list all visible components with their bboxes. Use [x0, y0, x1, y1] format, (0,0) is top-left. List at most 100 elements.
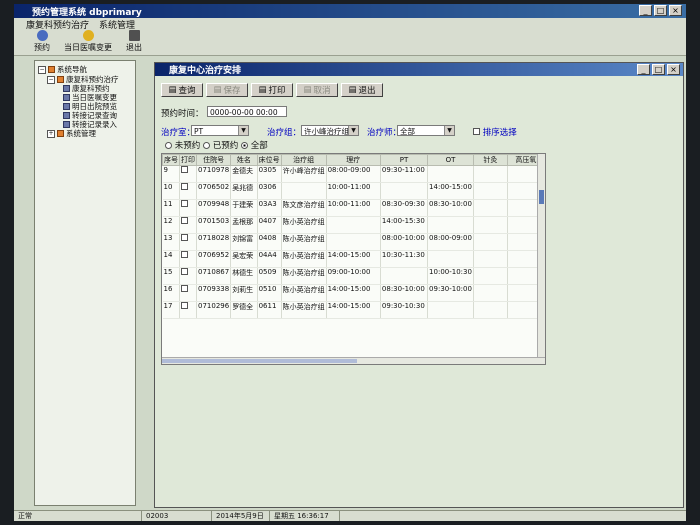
cell-physio[interactable]: 14:00-15:00	[326, 301, 381, 319]
cell-ot[interactable]: 08:00-09:00	[427, 233, 474, 251]
cell-acupuncture[interactable]	[473, 267, 508, 285]
expand-icon[interactable]: +	[47, 129, 55, 138]
cell-print[interactable]	[179, 233, 197, 251]
table-row[interactable]: 14 0706952 吴宏荣 04A4 陈小英治疗组 14:00-15:00 10:30-1…	[162, 250, 545, 268]
cell-pt[interactable]: 08:30-09:30	[380, 199, 429, 217]
cell-acupuncture[interactable]	[473, 199, 508, 217]
chevron-down-icon[interactable]: ▼	[348, 126, 358, 135]
cell-acupuncture[interactable]	[473, 301, 508, 319]
horizontal-scrollbar[interactable]	[162, 357, 545, 364]
cell-physio[interactable]: 14:00-15:00	[326, 250, 381, 268]
print-button[interactable]: ▤ 打印	[251, 83, 293, 97]
column-header[interactable]: OT	[427, 154, 474, 166]
therapist-select[interactable]: 全部 ▼	[397, 125, 455, 136]
cell-print[interactable]	[179, 199, 197, 217]
chevron-down-icon[interactable]: ▼	[238, 126, 248, 135]
cell-ot[interactable]	[427, 165, 474, 183]
radio-all[interactable]: 全部	[241, 139, 268, 151]
cell-acupuncture[interactable]	[473, 250, 508, 268]
menu-system[interactable]: 系统管理	[99, 18, 135, 31]
table-row[interactable]: 9 0710978 金德夫 0305 许小峰治疗组 08:00-09:00 09:30-11…	[162, 165, 545, 183]
cell-print[interactable]	[179, 216, 197, 234]
vertical-scrollbar[interactable]	[537, 154, 545, 364]
print-checkbox[interactable]	[181, 285, 188, 292]
table-row[interactable]: 17 0710296 罗德全 0611 陈小英治疗组 14:00-15:00 09:30-1…	[162, 301, 545, 319]
toolbar-order-change-button[interactable]: 当日医嘱变更	[64, 30, 112, 55]
column-header[interactable]: PT	[379, 154, 429, 166]
cell-pt[interactable]: 14:00-15:30	[380, 216, 429, 234]
cell-acupuncture[interactable]	[473, 216, 508, 234]
print-checkbox[interactable]	[181, 200, 188, 207]
exit-button[interactable]: ▤ 退出	[341, 83, 383, 97]
cell-print[interactable]	[179, 301, 197, 319]
cell-print[interactable]	[179, 267, 197, 285]
maximize-button[interactable]: □	[654, 5, 667, 16]
close-button[interactable]: ×	[669, 5, 682, 16]
cell-pt[interactable]: 08:30-10:00	[380, 284, 429, 302]
print-checkbox[interactable]	[181, 234, 188, 241]
toolbar-exit-button[interactable]: 退出	[126, 30, 142, 55]
table-row[interactable]: 11 0709948 于建荣 03A3 陈文彦治疗组 10:00-11:00 08:30-0…	[162, 199, 545, 217]
cell-acupuncture[interactable]	[473, 284, 508, 302]
chevron-down-icon[interactable]: ▼	[444, 126, 454, 135]
print-checkbox[interactable]	[181, 251, 188, 258]
print-checkbox[interactable]	[181, 302, 188, 309]
ward-select[interactable]: PT ▼	[191, 125, 249, 136]
cell-acupuncture[interactable]	[473, 165, 508, 183]
cell-pt[interactable]: 08:00-10:00	[380, 233, 429, 251]
cell-ot[interactable]: 09:30-10:00	[427, 284, 474, 302]
column-header[interactable]: 姓名	[230, 154, 258, 166]
column-header[interactable]: 治疗组	[280, 154, 327, 166]
cell-physio[interactable]: 09:00-10:00	[326, 267, 381, 285]
column-header[interactable]: 打印	[179, 154, 197, 166]
cell-physio[interactable]: 14:00-15:00	[326, 284, 381, 302]
cell-acupuncture[interactable]	[473, 182, 508, 200]
table-row[interactable]: 12 0701503 孟根那 0407 陈小英治疗组 14:00-15:30	[162, 216, 545, 234]
cell-physio[interactable]: 10:00-11:00	[326, 199, 381, 217]
column-header[interactable]: 针灸	[472, 154, 508, 166]
cell-physio[interactable]: 10:00-11:00	[326, 182, 381, 200]
print-checkbox[interactable]	[181, 166, 188, 173]
table-row[interactable]: 15 0710867 林德生 0509 陈小英治疗组 09:00-10:00 10:00-1…	[162, 267, 545, 285]
table-row[interactable]: 16 0709338 刘莉生 0510 陈小英治疗组 14:00-15:00 08:30-1…	[162, 284, 545, 302]
print-checkbox[interactable]	[181, 268, 188, 275]
cell-pt[interactable]	[380, 182, 429, 200]
vertical-scroll-thumb[interactable]	[539, 190, 544, 204]
cell-acupuncture[interactable]	[473, 233, 508, 251]
cell-physio[interactable]: 08:00-09:00	[326, 165, 381, 183]
tree-group-system[interactable]: + 系统管理	[47, 128, 96, 139]
column-header[interactable]: 序号	[162, 154, 180, 166]
collapse-icon[interactable]: −	[47, 75, 55, 84]
menu-rehab[interactable]: 康复科预约治疗	[26, 18, 89, 31]
query-button[interactable]: ▤ 查询	[161, 83, 203, 97]
print-checkbox[interactable]	[181, 183, 188, 190]
cell-ot[interactable]	[427, 301, 474, 319]
cell-print[interactable]	[179, 182, 197, 200]
cell-pt[interactable]: 09:30-10:30	[380, 301, 429, 319]
cell-physio[interactable]	[326, 233, 381, 251]
column-header[interactable]: 住院号	[195, 154, 232, 166]
cell-ot[interactable]: 08:30-10:00	[427, 199, 474, 217]
cell-ot[interactable]	[427, 216, 474, 234]
radio-not-booked[interactable]: 未预约	[165, 139, 200, 151]
cell-print[interactable]	[179, 250, 197, 268]
cell-pt[interactable]: 10:30-11:30	[380, 250, 429, 268]
table-row[interactable]: 10 0706502 吴兆德 0306 10:00-11:00 14:00-15:00	[162, 182, 545, 200]
cell-ot[interactable]	[427, 250, 474, 268]
cell-physio[interactable]	[326, 216, 381, 234]
table-row[interactable]: 13 0718028 刘锦富 0408 陈小英治疗组 08:00-10:00 08:00-0…	[162, 233, 545, 251]
sort-checkbox[interactable]	[473, 128, 480, 135]
toolbar-appointment-button[interactable]: 预约	[34, 30, 50, 55]
column-header[interactable]: 理疗	[325, 154, 381, 166]
horizontal-scroll-thumb[interactable]	[162, 359, 357, 363]
print-checkbox[interactable]	[181, 217, 188, 224]
cancel-button[interactable]: ▤ 取消	[296, 83, 338, 97]
sort-option[interactable]: 排序选择	[473, 126, 517, 138]
cell-print[interactable]	[179, 165, 197, 183]
cell-pt[interactable]: 09:30-11:00	[380, 165, 429, 183]
child-maximize-button[interactable]: □	[652, 64, 665, 75]
group-select[interactable]: 许小峰治疗组 ▼	[301, 125, 359, 136]
cell-ot[interactable]: 10:00-10:30	[427, 267, 474, 285]
appointment-time-input[interactable]: 0000-00-00 00:00	[207, 106, 287, 117]
radio-booked[interactable]: 已预约	[203, 139, 238, 151]
